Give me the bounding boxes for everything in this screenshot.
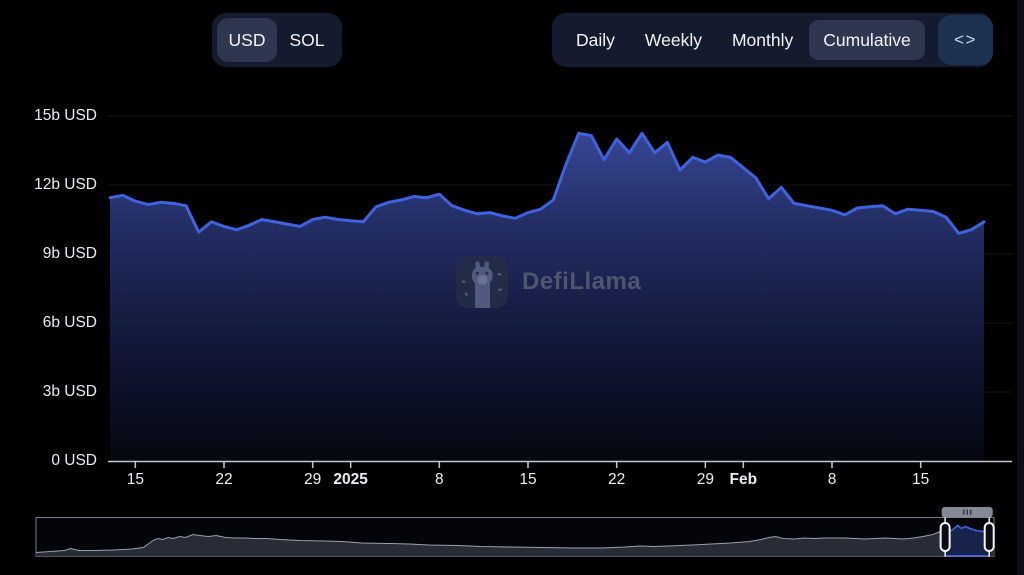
currency-toggle: USD SOL <box>212 13 342 67</box>
drag-grip-icon <box>962 509 972 515</box>
y-tick-label: 9b USD <box>42 245 97 262</box>
y-tick-label: 0 USD <box>51 452 97 469</box>
brush-left-handle[interactable] <box>939 522 951 552</box>
embed-button[interactable]: <> <box>938 15 993 65</box>
x-tick-label: 8 <box>435 471 444 488</box>
interval-tabs: Daily Weekly Monthly Cumulative <> <box>552 13 993 67</box>
x-tick-label: 22 <box>215 471 233 488</box>
embed-code-icon: <> <box>954 30 977 49</box>
x-tick-label: 15 <box>912 471 930 488</box>
x-tick-label: 15 <box>519 471 537 488</box>
x-tick-label: 2025 <box>333 471 368 488</box>
area-fill <box>110 133 984 462</box>
currency-option-usd[interactable]: USD <box>217 18 277 62</box>
y-tick-label: 12b USD <box>34 176 97 193</box>
x-tick-label: 15 <box>126 471 144 488</box>
x-tick-label: Feb <box>729 471 758 488</box>
y-tick-label: 6b USD <box>42 314 97 331</box>
tab-cumulative[interactable]: Cumulative <box>809 20 925 60</box>
y-tick-label: 3b USD <box>42 383 97 400</box>
x-tick-label: 8 <box>827 471 837 488</box>
navigator-brush[interactable] <box>35 507 995 557</box>
defillama-tvl-chart-page: DefiLlama USD SOL Daily Weekly Monthly C… <box>0 0 1024 575</box>
y-tick-label: 15b USD <box>34 107 97 124</box>
brush-right-handle[interactable] <box>983 522 995 552</box>
x-axis <box>108 460 1012 468</box>
tab-monthly[interactable]: Monthly <box>718 20 807 60</box>
x-tick-label: 22 <box>608 471 626 488</box>
tab-daily[interactable]: Daily <box>562 20 629 60</box>
tab-weekly[interactable]: Weekly <box>631 20 716 60</box>
brush-drag-bar[interactable] <box>941 507 993 518</box>
currency-option-sol[interactable]: SOL <box>277 18 337 62</box>
adjacent-panel-edge <box>1017 0 1024 575</box>
